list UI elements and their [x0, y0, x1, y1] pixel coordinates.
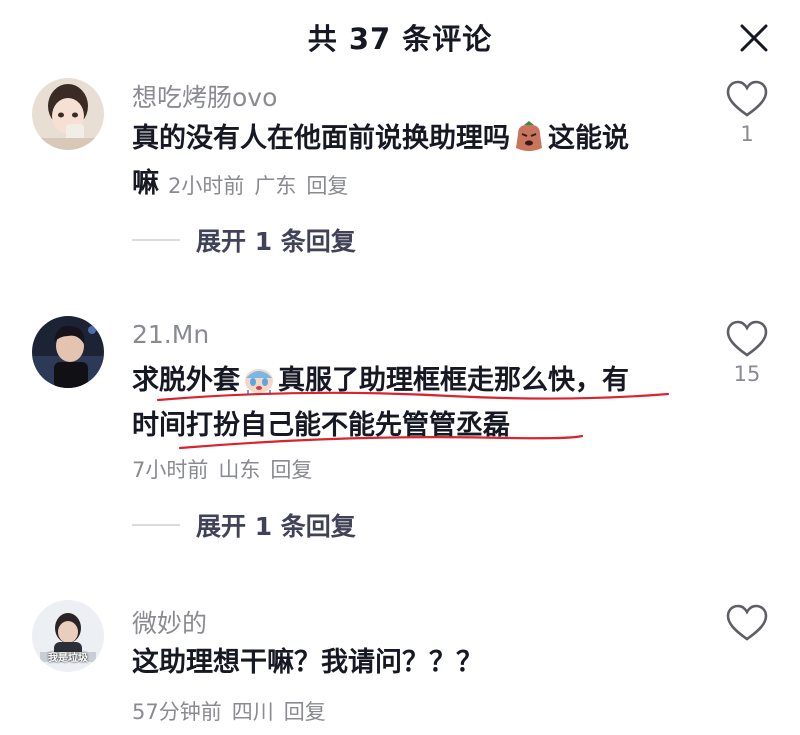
comment-meta: 57分钟前 四川 回复 — [132, 696, 326, 726]
location: 广东 — [254, 174, 297, 198]
comment-text-part: 真的没有人在他面前说换助理吗 — [132, 123, 510, 154]
like-count: 1 — [740, 122, 754, 146]
heart-icon[interactable] — [726, 80, 768, 118]
divider-dash — [132, 239, 180, 241]
heart-icon[interactable] — [726, 604, 768, 642]
comment-count-title: 共 37 条评论 — [307, 22, 493, 56]
comment-meta: 2小时前 广东 回复 — [168, 170, 348, 200]
divider-dash — [132, 524, 180, 526]
avatar[interactable] — [32, 78, 104, 150]
close-icon[interactable] — [736, 20, 772, 56]
comment-text-part: 这能说 — [548, 123, 629, 154]
expand-replies-button[interactable]: 展开 1 条回复 — [132, 507, 356, 543]
comment-text-part: 时间打扮自己能不能先管管丞磊 — [132, 410, 510, 441]
like-group — [725, 604, 769, 646]
comment-text: 这助理想干嘛？我请问？？？ — [132, 640, 692, 685]
comment-text-part: 这助理想干嘛？我请问？？？ — [132, 647, 483, 678]
crying-emoji — [245, 368, 273, 395]
avatar-caption: 我是垃圾 — [48, 653, 88, 664]
avatar[interactable] — [32, 316, 104, 388]
comments-header: 共 37 条评论 — [0, 0, 800, 76]
username[interactable]: 21.Mn — [132, 320, 209, 349]
like-group: 15 — [725, 320, 769, 386]
location: 山东 — [218, 458, 261, 482]
username[interactable]: 想吃烤肠ovo — [132, 78, 277, 114]
comment-text-part: 真服了助理框框走那么快，有 — [278, 365, 629, 396]
reply-button[interactable]: 回复 — [306, 174, 348, 198]
comment-text: 求脱外套 真服了助理框框走那么快，有 时间打扮自己能不能先管管丞磊 — [132, 358, 692, 448]
expand-replies-label: 展开 1 条回复 — [196, 227, 356, 256]
expand-replies-button[interactable]: 展开 1 条回复 — [132, 222, 356, 258]
location: 四川 — [231, 700, 274, 724]
angry-sack-emoji — [516, 120, 542, 151]
heart-icon[interactable] — [726, 320, 768, 358]
timestamp: 2小时前 — [168, 174, 245, 198]
username[interactable]: 微妙的 — [132, 604, 207, 640]
avatar[interactable]: 我是垃圾 — [32, 600, 104, 672]
reply-button[interactable]: 回复 — [284, 700, 326, 724]
like-group: 1 — [725, 80, 769, 146]
timestamp: 57分钟前 — [132, 700, 222, 724]
like-count: 15 — [733, 362, 761, 386]
timestamp: 7小时前 — [132, 458, 209, 482]
comment-meta: 7小时前 山东 回复 — [132, 454, 312, 484]
expand-replies-label: 展开 1 条回复 — [196, 512, 356, 541]
reply-button[interactable]: 回复 — [270, 458, 312, 482]
comment-text-part: 嘛 — [132, 168, 159, 199]
comment-text-part: 求脱外套 — [132, 365, 240, 396]
